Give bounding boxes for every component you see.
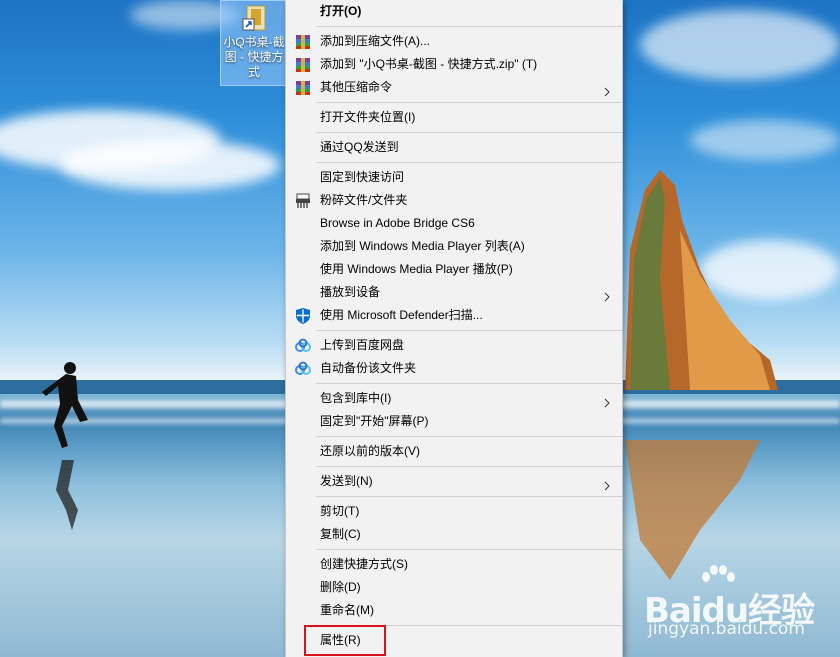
menu-item-send-to[interactable]: 发送到(N) [286, 470, 622, 493]
menu-item-open[interactable]: 打开(O) [286, 0, 622, 23]
menu-item-label: 自动备份该文件夹 [320, 361, 417, 375]
menu-item-label: 剪切(T) [320, 504, 360, 518]
menu-item-label: 固定到"开始"屏幕(P) [320, 414, 429, 428]
menu-item-label: 添加到压缩文件(A)... [320, 34, 430, 48]
menu-separator [316, 383, 622, 384]
menu-item-label: 上传到百度网盘 [320, 338, 405, 352]
menu-separator [316, 330, 622, 331]
menu-item-shred[interactable]: 粉碎文件/文件夹 [286, 189, 622, 212]
menu-item-label: 打开(O) [320, 4, 362, 18]
menu-item-label: 发送到(N) [320, 474, 373, 488]
winrar-icon [295, 80, 311, 96]
baidu-jingyan-watermark: Baidu经验 jingyan.baidu.com [640, 565, 840, 657]
menu-item-label: 其他压缩命令 [320, 80, 393, 94]
menu-item-wmp-play[interactable]: 使用 Windows Media Player 播放(P) [286, 258, 622, 281]
menu-item-include-in-library[interactable]: 包含到库中(I) [286, 387, 622, 410]
menu-item-defender-scan[interactable]: 使用 Microsoft Defender扫描... [286, 304, 622, 327]
menu-item-label: Browse in Adobe Bridge CS6 [320, 216, 475, 230]
menu-item-label: 使用 Microsoft Defender扫描... [320, 308, 483, 322]
menu-item-label: 固定到快速访问 [320, 170, 405, 184]
properties-highlight-box [304, 625, 386, 656]
cloud [640, 10, 840, 80]
menu-separator [316, 102, 622, 103]
winrar-icon [295, 34, 311, 50]
menu-item-rename[interactable]: 重命名(M) [286, 599, 622, 622]
rock-reflection [625, 440, 760, 580]
menu-item-open-folder-location[interactable]: 打开文件夹位置(I) [286, 106, 622, 129]
menu-item-label: 包含到库中(I) [320, 391, 392, 405]
menu-item-add-to-archive[interactable]: 添加到压缩文件(A)... [286, 30, 622, 53]
chevron-right-icon [604, 82, 610, 97]
menu-separator [316, 162, 622, 163]
menu-separator [316, 466, 622, 467]
menu-item-label: 通过QQ发送到 [320, 140, 399, 154]
sea-rock [625, 170, 778, 390]
menu-item-label: 添加到 "小Q书桌-截图 - 快捷方式.zip" (T) [320, 57, 538, 71]
menu-item-cast-to-device[interactable]: 播放到设备 [286, 281, 622, 304]
menu-item-upload-baidu-netdisk[interactable]: 上传到百度网盘 [286, 334, 622, 357]
menu-separator [316, 132, 622, 133]
shortcut-label: 小Q书桌-截图 - 快捷方式 [223, 35, 285, 79]
menu-item-cut[interactable]: 剪切(T) [286, 500, 622, 523]
menu-item-add-to-zip[interactable]: 添加到 "小Q书桌-截图 - 快捷方式.zip" (T) [286, 53, 622, 76]
menu-item-label: 打开文件夹位置(I) [320, 110, 416, 124]
menu-item-label: 使用 Windows Media Player 播放(P) [320, 262, 513, 276]
menu-item-label: 重命名(M) [320, 603, 374, 617]
cloud [60, 140, 280, 190]
menu-item-pin-quick-access[interactable]: 固定到快速访问 [286, 166, 622, 189]
menu-separator [316, 26, 622, 27]
watermark-url: jingyan.baidu.com [648, 619, 805, 639]
menu-separator [316, 549, 622, 550]
menu-item-label: 复制(C) [320, 527, 361, 541]
shortcut-file-icon [239, 5, 269, 33]
menu-item-label: 创建快捷方式(S) [320, 557, 408, 571]
menu-item-restore-previous-versions[interactable]: 还原以前的版本(V) [286, 440, 622, 463]
menu-item-pin-to-start[interactable]: 固定到"开始"屏幕(P) [286, 410, 622, 433]
menu-separator [316, 436, 622, 437]
menu-item-send-via-qq[interactable]: 通过QQ发送到 [286, 136, 622, 159]
menu-item-create-shortcut[interactable]: 创建快捷方式(S) [286, 553, 622, 576]
menu-item-adobe-bridge[interactable]: Browse in Adobe Bridge CS6 [286, 212, 622, 235]
baidu-netdisk-icon [295, 361, 311, 377]
shredder-icon [295, 193, 311, 209]
menu-item-label: 还原以前的版本(V) [320, 444, 420, 458]
menu-item-delete[interactable]: 删除(D) [286, 576, 622, 599]
chevron-right-icon [604, 476, 610, 491]
cloud [690, 120, 840, 160]
defender-shield-icon [295, 308, 311, 324]
chevron-right-icon [604, 287, 610, 302]
menu-item-label: 粉碎文件/文件夹 [320, 193, 408, 207]
menu-item-copy[interactable]: 复制(C) [286, 523, 622, 546]
runner-silhouette [42, 362, 88, 530]
menu-item-wmp-add-list[interactable]: 添加到 Windows Media Player 列表(A) [286, 235, 622, 258]
menu-item-auto-backup-folder[interactable]: 自动备份该文件夹 [286, 357, 622, 380]
context-menu: 打开(O) 添加到压缩文件(A)... 添加到 "小Q书桌-截图 - 快捷方式.… [285, 0, 623, 657]
menu-item-label: 删除(D) [320, 580, 361, 594]
menu-separator [316, 496, 622, 497]
winrar-icon [295, 57, 311, 73]
menu-item-other-compress[interactable]: 其他压缩命令 [286, 76, 622, 99]
menu-item-label: 播放到设备 [320, 285, 381, 299]
menu-item-label: 添加到 Windows Media Player 列表(A) [320, 239, 525, 253]
chevron-right-icon [604, 393, 610, 408]
baidu-netdisk-icon [295, 338, 311, 354]
desktop-shortcut[interactable]: 小Q书桌-截图 - 快捷方式 [220, 0, 288, 86]
